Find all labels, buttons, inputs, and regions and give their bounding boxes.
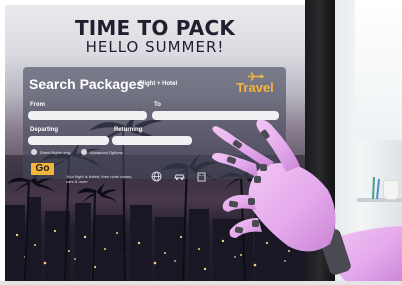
radio-circle[interactable] xyxy=(81,149,87,155)
globe-icon[interactable] xyxy=(151,171,162,182)
go-note: Your flight is linked, then hotel rooms,… xyxy=(66,174,133,184)
option-label: Advanced Options xyxy=(90,149,123,155)
robot-hand xyxy=(212,119,402,285)
from-input[interactable] xyxy=(28,111,147,120)
panel-subtitle: Flight + Hotel xyxy=(139,81,178,87)
go-button[interactable]: Go xyxy=(31,163,54,175)
departing-label: Departing xyxy=(30,127,59,133)
hero-title: TIME TO PACK xyxy=(74,16,236,40)
panel-title: Search Packages xyxy=(29,76,145,92)
direct-flights-option[interactable]: Direct flights only xyxy=(31,149,70,155)
from-label: From xyxy=(30,102,45,108)
to-label: To xyxy=(154,102,161,108)
brand-name: Travel xyxy=(236,80,274,95)
car-icon[interactable] xyxy=(174,171,185,182)
returning-label: Returning xyxy=(114,127,143,133)
departing-date-input[interactable] xyxy=(28,136,109,145)
option-label: Direct flights only xyxy=(40,149,71,155)
advanced-options-option[interactable]: Advanced Options xyxy=(81,149,123,155)
scene: TIME TO PACK HELLO SUMMER! Search Packag… xyxy=(0,0,402,285)
returning-date-input[interactable] xyxy=(112,136,192,145)
radio-circle[interactable] xyxy=(31,149,37,155)
hero-subtitle: HELLO SUMMER! xyxy=(85,38,225,56)
travel-brand: Travel xyxy=(229,72,281,96)
bottom-edge xyxy=(0,281,402,285)
